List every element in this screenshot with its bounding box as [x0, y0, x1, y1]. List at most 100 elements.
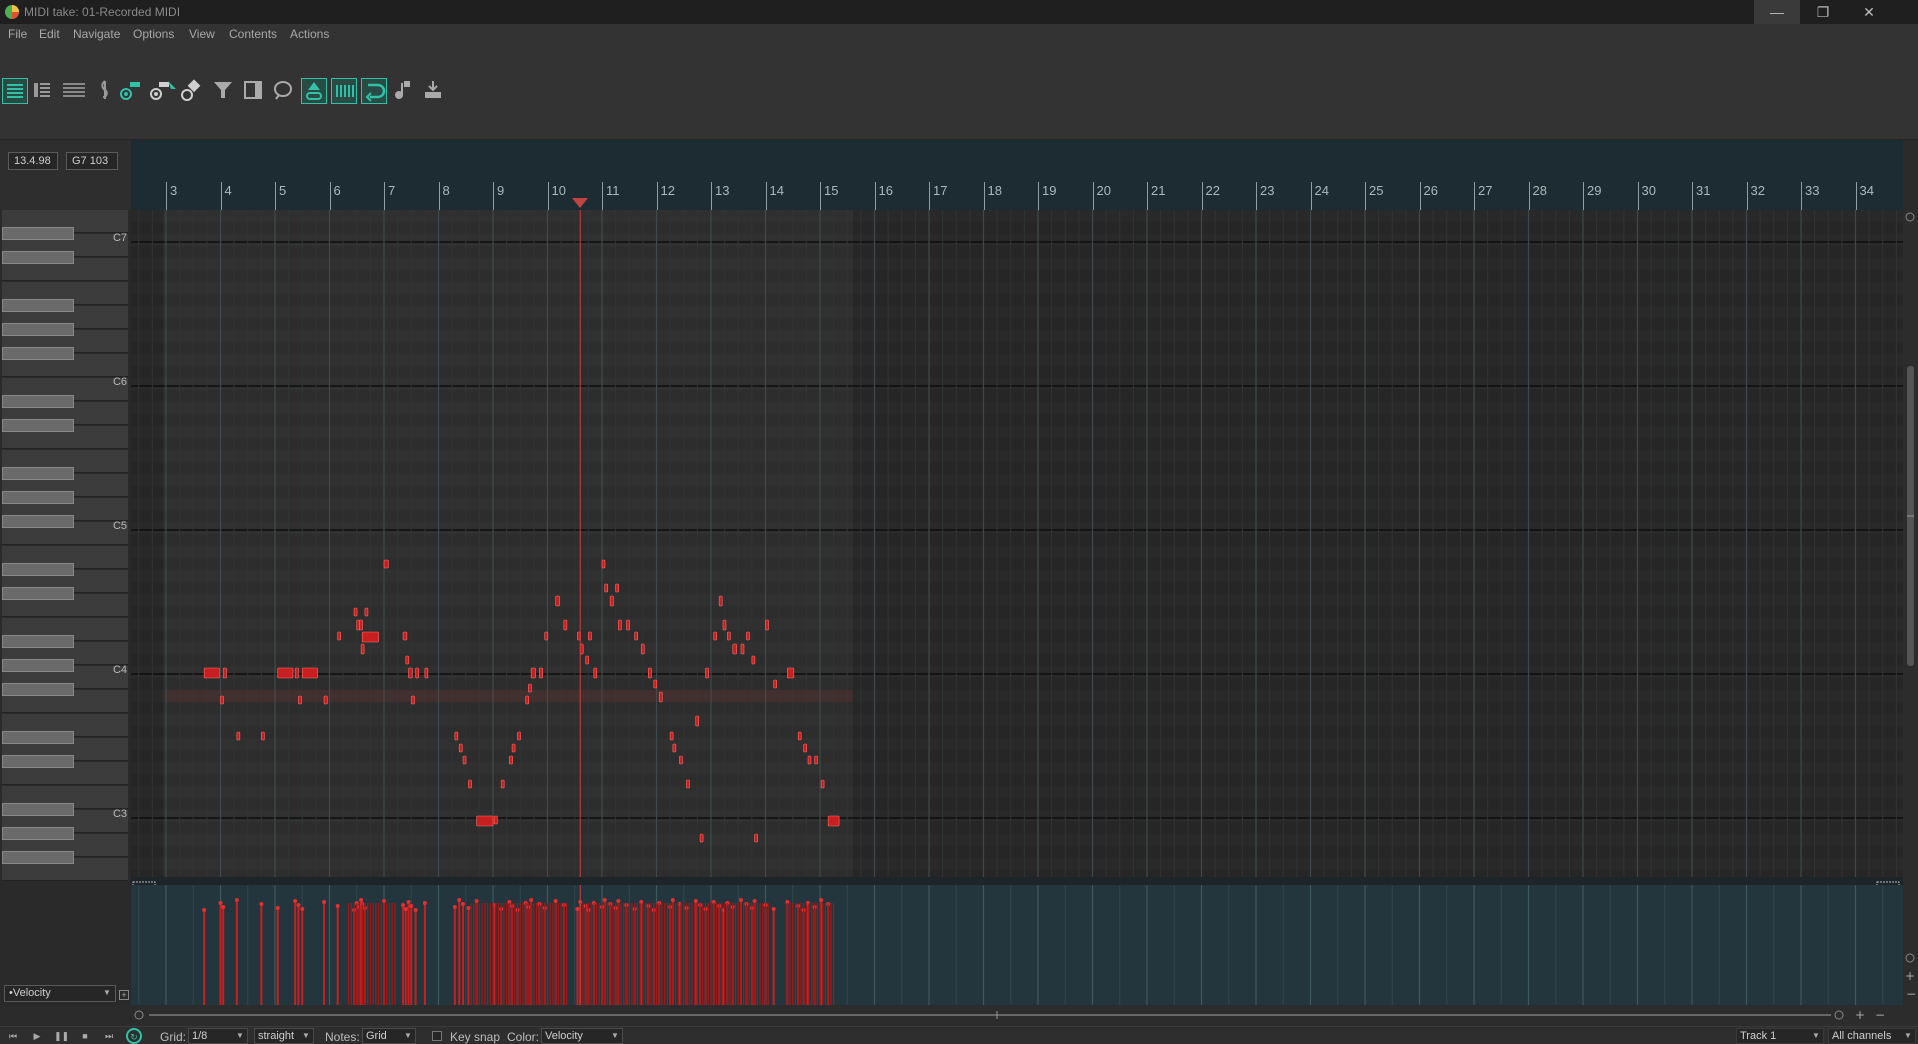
- midi-note[interactable]: [298, 695, 302, 705]
- midi-note[interactable]: [517, 731, 521, 741]
- midi-note[interactable]: [528, 683, 532, 693]
- midi-note[interactable]: [415, 667, 419, 679]
- midi-note[interactable]: [797, 731, 802, 741]
- velocity-handle[interactable]: [234, 898, 239, 902]
- velocity-handle[interactable]: [403, 907, 408, 911]
- midi-note[interactable]: [827, 815, 840, 827]
- menu-options[interactable]: Options: [133, 27, 174, 41]
- midi-note[interactable]: [803, 743, 807, 753]
- note-display[interactable]: G7 103: [66, 152, 118, 170]
- stop-button[interactable]: ■: [78, 1029, 92, 1043]
- midi-note[interactable]: [705, 667, 709, 679]
- velocity-handle[interactable]: [616, 899, 621, 903]
- grid-canvas[interactable]: [131, 210, 1903, 882]
- velocity-handle[interactable]: [359, 898, 364, 902]
- piano-black-key[interactable]: [2, 827, 74, 840]
- event-list-view-button[interactable]: [60, 78, 86, 104]
- step-input-button[interactable]: [391, 78, 417, 104]
- velocity-handle[interactable]: [693, 899, 698, 903]
- midi-note[interactable]: [727, 631, 731, 641]
- midi-note[interactable]: [261, 731, 265, 741]
- velocity-lane[interactable]: [131, 885, 1903, 1005]
- midi-note[interactable]: [786, 667, 795, 679]
- piano-black-key[interactable]: [2, 251, 74, 264]
- velocity-handle[interactable]: [218, 901, 223, 905]
- midi-note[interactable]: [468, 779, 472, 789]
- midi-note[interactable]: [820, 779, 825, 789]
- piano-keyboard[interactable]: C7 C6 C5 C4 C3: [0, 210, 131, 882]
- piano-black-key[interactable]: [2, 851, 74, 864]
- midi-note[interactable]: [360, 643, 365, 655]
- lane-divider[interactable]: [131, 877, 1903, 887]
- piano-black-key[interactable]: [2, 419, 74, 432]
- swing-select[interactable]: straight ▼: [254, 1028, 314, 1044]
- midi-note[interactable]: [361, 631, 379, 643]
- piano-black-key[interactable]: [2, 347, 74, 360]
- midi-note[interactable]: [353, 607, 358, 617]
- midi-note[interactable]: [525, 695, 530, 705]
- link-button[interactable]: [301, 78, 327, 104]
- midi-note[interactable]: [773, 679, 777, 689]
- key-snap-checkbox[interactable]: [432, 1031, 442, 1041]
- vertical-scrollbar[interactable]: + −: [1903, 210, 1918, 1026]
- velocity-handle[interactable]: [293, 899, 298, 903]
- midi-note[interactable]: [593, 667, 598, 679]
- midi-note[interactable]: [695, 715, 700, 727]
- midi-note[interactable]: [220, 695, 224, 705]
- go-to-start-button[interactable]: ⏮: [6, 1029, 20, 1043]
- midi-note[interactable]: [588, 631, 592, 641]
- play-button[interactable]: ▶: [30, 1029, 44, 1043]
- midi-note[interactable]: [672, 743, 677, 753]
- midi-note[interactable]: [640, 643, 645, 655]
- piano-black-key[interactable]: [2, 731, 74, 744]
- piano-black-key[interactable]: [2, 563, 74, 576]
- horizontal-scrollbar[interactable]: + −: [131, 1005, 1903, 1026]
- piano-black-key[interactable]: [2, 515, 74, 528]
- midi-note[interactable]: [609, 595, 614, 607]
- dock-button[interactable]: [241, 78, 267, 104]
- insert-note-button[interactable]: [118, 78, 144, 104]
- midi-note[interactable]: [277, 667, 294, 679]
- velocity-handle[interactable]: [422, 901, 427, 905]
- velocity-handle[interactable]: [461, 902, 466, 906]
- midi-note[interactable]: [722, 619, 727, 631]
- midi-note[interactable]: [323, 695, 328, 705]
- velocity-handle[interactable]: [474, 899, 479, 903]
- midi-note[interactable]: [236, 731, 241, 741]
- velocity-handle[interactable]: [275, 906, 280, 910]
- notation-button[interactable]: [93, 78, 119, 104]
- piano-black-key[interactable]: [2, 803, 74, 816]
- midi-note[interactable]: [301, 667, 318, 679]
- piano-black-key[interactable]: [2, 587, 74, 600]
- piano-black-key[interactable]: [2, 683, 74, 696]
- velocity-handle[interactable]: [457, 898, 462, 902]
- midi-note[interactable]: [458, 743, 463, 753]
- midi-note[interactable]: [408, 667, 413, 679]
- velocity-handle[interactable]: [575, 907, 580, 911]
- midi-note[interactable]: [615, 583, 619, 593]
- piano-black-key[interactable]: [2, 395, 74, 408]
- minimize-button[interactable]: —: [1754, 0, 1800, 24]
- cc-lane-select[interactable]: •Velocity ▼: [4, 985, 116, 1002]
- velocity-handle[interactable]: [466, 906, 471, 910]
- midi-note[interactable]: [669, 731, 674, 741]
- midi-note[interactable]: [754, 833, 758, 843]
- midi-note[interactable]: [544, 631, 549, 641]
- midi-note[interactable]: [509, 755, 513, 765]
- velocity-handle[interactable]: [738, 898, 743, 902]
- piano-roll-view-button[interactable]: [2, 78, 28, 104]
- velocity-handle[interactable]: [202, 908, 207, 912]
- channels-select[interactable]: All channels ▼: [1828, 1028, 1916, 1044]
- pause-button[interactable]: ❚❚: [54, 1029, 69, 1043]
- notes-select[interactable]: Grid ▼: [362, 1028, 416, 1044]
- piano-black-key[interactable]: [2, 635, 74, 648]
- midi-note[interactable]: [222, 667, 227, 679]
- velocity-handle[interactable]: [300, 907, 305, 911]
- velocity-handle[interactable]: [296, 903, 301, 907]
- maximize-button[interactable]: ❐: [1800, 0, 1846, 24]
- midi-note[interactable]: [740, 643, 745, 655]
- midi-note[interactable]: [634, 631, 639, 641]
- midi-note[interactable]: [500, 779, 505, 789]
- named-notes-view-button[interactable]: [30, 78, 56, 104]
- midi-note[interactable]: [585, 655, 589, 665]
